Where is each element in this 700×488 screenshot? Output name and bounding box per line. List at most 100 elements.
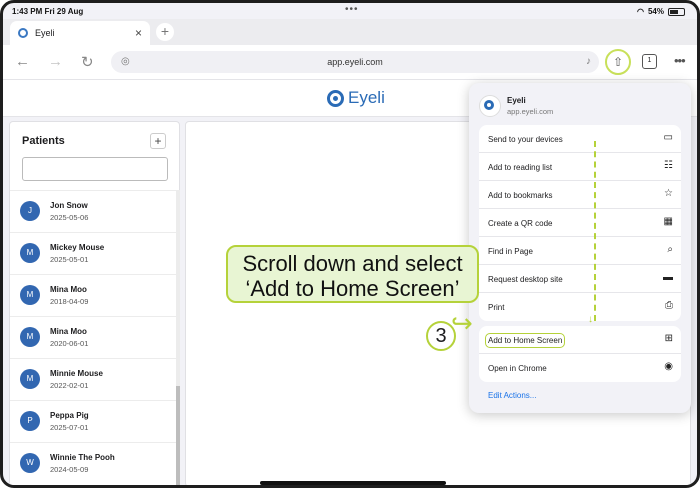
patient-row[interactable]: M Mickey Mouse 2025-05-01	[10, 232, 176, 274]
reload-icon[interactable]: ↻	[81, 53, 94, 71]
more-menu-icon[interactable]: •••	[674, 53, 686, 68]
patient-name: Mickey Mouse	[50, 243, 105, 252]
patient-date: 2022-02-01	[50, 381, 89, 390]
share-site-title: Eyeli	[507, 96, 526, 105]
share-action-send-to-devices[interactable]: Send to your devices ▭	[479, 125, 681, 153]
chrome-icon: ◉	[664, 361, 673, 372]
patient-name: Jon Snow	[50, 201, 88, 210]
add-patient-button[interactable]: +	[150, 133, 166, 149]
patient-avatar: M	[20, 327, 40, 347]
share-action-desktop-site[interactable]: Request desktop site ▬	[479, 265, 681, 293]
add-square-icon: ⊞	[664, 333, 673, 344]
patient-name: Mina Moo	[50, 285, 87, 294]
patient-avatar: P	[20, 411, 40, 431]
find-icon: ⌕	[667, 244, 673, 255]
share-action-bookmarks[interactable]: Add to bookmarks ☆	[479, 181, 681, 209]
patient-name: Peppa Pig	[50, 411, 89, 420]
tab-switcher-button[interactable]: 1	[642, 54, 657, 69]
qr-code-icon: ▦	[663, 216, 673, 227]
instruction-callout: Scroll down and select ‘Add to Home Scre…	[226, 245, 479, 303]
site-logo-icon	[479, 95, 501, 117]
patient-row[interactable]: W Winnie The Pooh 2024-05-09	[10, 442, 176, 484]
patient-row[interactable]: M Mina Moo 2018-04-09	[10, 274, 176, 316]
share-actions-group-2: Add to Home Screen ⊞ Open in Chrome ◉	[479, 326, 681, 382]
patient-name: Minnie Mouse	[50, 369, 103, 378]
share-action-reading-list[interactable]: Add to reading list ☷	[479, 153, 681, 181]
ipad-frame: 1:43 PM Fri 29 Aug ••• ◠ 54% Eyeli × + ←…	[0, 0, 700, 488]
action-label: Create a QR code	[488, 219, 553, 228]
patient-date: 2020-06-01	[50, 339, 89, 348]
patient-avatar: M	[20, 285, 40, 305]
patient-date: 2025-05-01	[50, 255, 89, 264]
patient-row[interactable]: M Mina Moo 2020-06-01	[10, 316, 176, 358]
address-bar[interactable]: ◎ app.eyeli.com ♪	[111, 51, 599, 73]
share-sheet-header: Eyeli app.eyeli.com	[479, 93, 681, 123]
battery-percent: 54%	[647, 7, 664, 16]
action-label: Add to Home Screen	[484, 333, 566, 348]
action-label: Request desktop site	[488, 275, 563, 284]
devices-icon: ▭	[663, 132, 673, 143]
patient-list-scrollbar[interactable]	[176, 190, 180, 485]
instruction-line-1: Scroll down and select	[242, 251, 463, 276]
lens-icon[interactable]: ◎	[121, 51, 130, 73]
patient-row[interactable]: P Peppa Pig 2025-07-01	[10, 400, 176, 442]
tab-title: Eyeli	[35, 28, 55, 38]
star-icon: ☆	[664, 188, 673, 199]
action-label: Send to your devices	[488, 135, 563, 144]
share-action-qr-code[interactable]: Create a QR code ▦	[479, 209, 681, 237]
printer-icon: ⎙	[665, 300, 673, 311]
share-action-add-to-home-screen[interactable]: Add to Home Screen ⊞	[479, 326, 681, 354]
action-label: Open in Chrome	[488, 364, 547, 373]
patient-date: 2025-05-06	[50, 213, 89, 222]
patient-date: 2018-04-09	[50, 297, 89, 306]
patient-name: Mina Moo	[50, 327, 87, 336]
patient-date: 2025-07-01	[50, 423, 89, 432]
battery-icon	[668, 7, 685, 16]
home-indicator[interactable]	[260, 481, 446, 485]
tab-eyeli[interactable]: Eyeli ×	[10, 21, 150, 45]
multitask-dots-icon[interactable]: •••	[345, 4, 359, 15]
share-button[interactable]: ⇧	[605, 49, 631, 75]
status-bar: 1:43 PM Fri 29 Aug ••• ◠ 54%	[3, 3, 697, 19]
scroll-guide-line	[594, 141, 596, 321]
wifi-icon: ◠	[637, 7, 644, 16]
action-label: Add to bookmarks	[488, 191, 553, 200]
logo-text: Eyeli	[348, 88, 385, 107]
patient-search-input[interactable]	[22, 157, 168, 181]
forward-arrow-icon[interactable]: →	[48, 53, 63, 70]
reading-list-icon: ☷	[664, 160, 673, 171]
status-time: 1:43 PM Fri 29 Aug	[12, 7, 84, 16]
share-action-print[interactable]: Print ⎙	[479, 293, 681, 321]
eye-logo-icon	[327, 89, 344, 107]
share-icon: ⇧	[612, 55, 624, 69]
desktop-icon: ▬	[663, 272, 673, 283]
instruction-line-2: ‘Add to Home Screen’	[245, 276, 460, 301]
scrollbar-thumb[interactable]	[176, 386, 180, 485]
microphone-icon[interactable]: ♪	[586, 51, 591, 73]
close-tab-icon[interactable]: ×	[135, 26, 142, 40]
patient-avatar: W	[20, 453, 40, 473]
share-action-open-in-chrome[interactable]: Open in Chrome ◉	[479, 354, 681, 382]
share-sheet: Eyeli app.eyeli.com Send to your devices…	[469, 83, 691, 413]
scroll-down-arrow-icon: ↓	[588, 314, 593, 325]
eyeli-logo[interactable]: Eyeli	[327, 88, 385, 108]
favicon-icon	[18, 28, 28, 38]
share-action-find-in-page[interactable]: Find in Page ⌕	[479, 237, 681, 265]
status-right: ◠ 54%	[637, 7, 685, 16]
url-text: app.eyeli.com	[327, 57, 383, 67]
new-tab-button[interactable]: +	[156, 23, 174, 41]
share-actions-group: Send to your devices ▭ Add to reading lis…	[479, 125, 681, 321]
patient-row[interactable]: J Jon Snow 2025-05-06	[10, 190, 176, 232]
back-arrow-icon[interactable]: ←	[15, 53, 30, 70]
edit-actions-link[interactable]: Edit Actions...	[488, 391, 536, 400]
tab-bar: Eyeli × +	[3, 19, 697, 45]
browser-toolbar: ← → ↻ ◎ app.eyeli.com ♪ ⇧ 1 •••	[3, 45, 697, 79]
pointer-arrow-icon: ↪	[451, 308, 473, 338]
patient-list: J Jon Snow 2025-05-06 M Mickey Mouse 2025-05…	[10, 190, 176, 484]
action-label: Add to reading list	[488, 163, 553, 172]
patient-row[interactable]: M Minnie Mouse 2022-02-01	[10, 358, 176, 400]
patient-name: Winnie The Pooh	[50, 453, 115, 462]
patient-date: 2024-05-09	[50, 465, 89, 474]
patients-panel: Patients + J Jon Snow 2025-05-06 M Mickey M…	[9, 121, 180, 485]
patients-title: Patients	[22, 135, 65, 147]
